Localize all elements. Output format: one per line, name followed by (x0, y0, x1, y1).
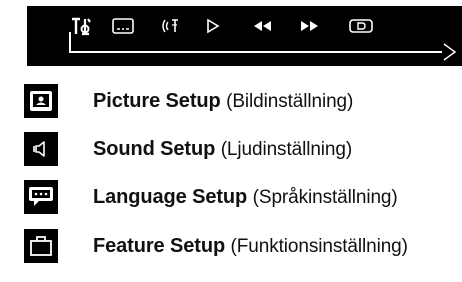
menu-item-subtitle: (Bildinställning) (226, 90, 354, 112)
arrow-right-icon (442, 43, 458, 66)
rewind-icon[interactable] (253, 14, 273, 38)
menu-item-label: Feature Setup (Funktionsinställning) (93, 235, 408, 258)
menu-item-title: Picture Setup (93, 89, 221, 112)
menu-item-label: Language Setup (Språkinställning) (93, 186, 398, 209)
picture-icon (24, 84, 58, 118)
subtitle-icon[interactable] (112, 14, 134, 38)
speaker-icon (24, 132, 58, 166)
bar-divider (69, 51, 442, 53)
menu-item-language-setup[interactable]: Language Setup (Språkinställning) (24, 178, 462, 216)
settings-icon[interactable] (71, 14, 93, 38)
osd-icon-bar (27, 6, 462, 66)
menu-item-feature-setup[interactable]: Feature Setup (Funktionsinställning) (24, 227, 462, 265)
menu-item-subtitle: (Funktionsinställning) (230, 235, 408, 257)
briefcase-icon (24, 229, 58, 263)
display-icon[interactable] (349, 14, 373, 38)
menu-item-title: Sound Setup (93, 137, 216, 160)
menu-item-subtitle: (Ljudinställning) (220, 138, 353, 160)
audio-language-icon[interactable] (160, 14, 184, 38)
menu-item-label: Sound Setup (Ljudinställning) (93, 138, 352, 161)
play-icon[interactable] (206, 14, 220, 38)
menu-item-subtitle: (Språkinställning) (252, 186, 398, 208)
menu-item-label: Picture Setup (Bildinställning) (93, 90, 353, 113)
speech-bubble-icon (24, 180, 58, 214)
menu-item-title: Feature Setup (93, 234, 226, 257)
selection-marker (69, 32, 71, 52)
menu-item-title: Language Setup (93, 185, 248, 208)
menu-item-picture-setup[interactable]: Picture Setup (Bildinställning) (24, 82, 462, 120)
fast-forward-icon[interactable] (299, 14, 319, 38)
menu-item-sound-setup[interactable]: Sound Setup (Ljudinställning) (24, 130, 462, 168)
